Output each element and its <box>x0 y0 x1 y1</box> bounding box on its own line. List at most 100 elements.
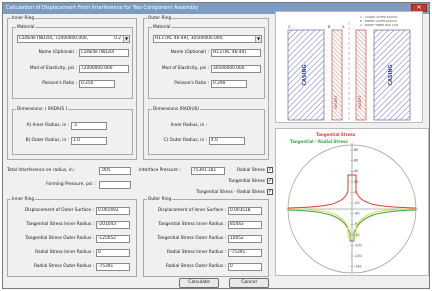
inner-mod-field[interactable]: 72000000.000 <box>79 65 129 73</box>
outer-poisson-field[interactable]: 0.290 <box>211 80 247 88</box>
cancel-button[interactable]: Cancel <box>229 278 269 288</box>
inner-poisson-field[interactable]: 0.250 <box>79 80 115 88</box>
casing-label-right: CASING <box>388 64 394 85</box>
cross-section-diagram: C - CASING OUTER RADIUS B - INSERT OUTER… <box>275 11 423 123</box>
outer-result-row-label: Displacement of Inner Surface : <box>157 208 226 213</box>
outer-dimensions-title: Dimensions (RADIUS) <box>152 107 200 112</box>
legend-line-a: A - INSERT INNER RAD AXIS <box>360 23 399 27</box>
insert-label-right: INSERT <box>357 95 362 109</box>
radial-stress-checkbox[interactable]: ✓ <box>267 167 273 173</box>
outer-radius-c-field[interactable]: 4.0 <box>209 137 245 145</box>
outer-result-row-label: Radial Stress Inner Radius : <box>167 250 226 255</box>
outer-mod-label: Mod of Elasticity, psi : <box>161 66 209 71</box>
outer-result-row-value: -75391 <box>228 249 262 257</box>
interference-field[interactable]: .005 <box>99 167 131 175</box>
inner-dimensions-title: Dimensions: ( RADIUS ) <box>16 107 69 112</box>
outer-mod-field[interactable]: 30500000.000 <box>211 65 261 73</box>
outer-dimensions-group: Dimensions (RADIUS) Inner Radius, in : C… <box>148 107 265 155</box>
tangential-stress-label: Tangential Stress <box>228 179 265 184</box>
y-tick-label: -80 <box>354 233 360 237</box>
inner-result-row-label: Displacement of Outer Surface : <box>24 208 94 213</box>
inner-result-row-value: -75391 <box>96 263 130 271</box>
y-tick-label: 80 <box>354 148 358 152</box>
outer-result-row-value: 85443 <box>228 221 262 229</box>
results-outer-title: Outer Ring <box>147 197 173 202</box>
interference-label: Total Interference on radius, in : <box>7 168 76 173</box>
inner-result-row-label: Radial Stress Outer Radius : <box>34 264 94 269</box>
y-tick-label: -140 <box>354 265 362 269</box>
inner-material-select[interactable]: Carbide (ND20), 72000000.000, 0.2 ▼ <box>17 35 130 43</box>
inner-result-row-value: 0.001492 <box>96 207 130 215</box>
outer-poisson-label: Poisson's Ratio : <box>174 81 209 86</box>
insert-label-left: INSERT <box>333 95 338 109</box>
outer-result-row-value: 0.003518 <box>228 207 262 215</box>
outer-inner-radius-label: Inner Radius, in : <box>170 123 207 128</box>
y-tick-label: 40 <box>354 169 358 173</box>
dim-letter-a: A <box>342 25 345 29</box>
legend-tan-minus-rad: Tangential - Radial Stress <box>290 139 348 144</box>
chevron-down-icon[interactable]: ▼ <box>123 36 129 42</box>
y-tick-label: -40 <box>354 212 360 216</box>
results-inner-group: Inner Ring Displacement of Outer Surface… <box>7 197 137 277</box>
inner-result-row-value: -201043 <box>96 221 130 229</box>
stress-distribution-chart: 80 60 40 20 0 -20 -40 -60 -80 -100 -120 -140 Tangen… <box>275 128 429 276</box>
results-outer-group: Outer Ring Displacement of Inner Surface… <box>143 197 269 277</box>
inner-radius-a-label: A) Inner Radius, in : <box>26 123 69 128</box>
inner-material-group: Material Carbide (ND20), 72000000.000, 0… <box>12 25 133 99</box>
outer-material-group: Material H13 (RC 46-49), 30500000.000, ▼… <box>148 25 265 99</box>
close-icon: ✕ <box>416 4 422 11</box>
inner-ring-group: Inner Ring Material Carbide (ND20), 7200… <box>7 16 137 160</box>
y-tick-label: -100 <box>354 243 362 247</box>
interface-pressure-field: 75391.181 <box>191 167 225 175</box>
dim-letter-b: B <box>328 25 331 29</box>
dialog-window: Calculation of Displacement From Interfe… <box>2 2 430 289</box>
inner-radius-a-field[interactable]: .5 <box>71 122 107 130</box>
inner-material-title: Material <box>16 25 36 30</box>
inner-name-field[interactable]: Carbide (ND20) <box>79 49 129 57</box>
inner-ring-title: Inner Ring <box>11 16 36 21</box>
outer-material-select[interactable]: H13 (RC 46-49), 30500000.000, ▼ <box>153 35 262 43</box>
outer-result-row-label: Tangential Stress Outer Radius : <box>157 236 226 241</box>
tangential-stress-checkbox[interactable]: ✓ <box>267 178 273 184</box>
outer-result-row-value: 10052 <box>228 235 262 243</box>
dim-letter-c: C <box>288 25 291 29</box>
inner-mod-label: Mod of Elasticity, psi : <box>29 66 77 71</box>
inner-result-row-label: Radial Stress Inner Radius : <box>35 250 94 255</box>
outer-material-title: Material <box>152 25 172 30</box>
inner-result-row-label: Tangential Stress Outer Radius : <box>25 236 94 241</box>
inner-material-combo-suffix: 0.2 <box>114 36 121 41</box>
inner-poisson-label: Poisson's Ratio : <box>42 81 77 86</box>
outer-ring-title: Outer Ring <box>147 16 173 21</box>
forming-pressure-label: Forming Pressure, psi : <box>46 182 95 187</box>
outer-radius-b-field[interactable]: 1.0 <box>71 137 107 145</box>
y-tick-label: 60 <box>354 159 358 163</box>
interface-pressure-label: Interface Pressure : <box>139 168 181 173</box>
inner-result-row-value: -125652 <box>96 235 130 243</box>
inner-result-row-value: 0 <box>96 249 130 257</box>
diagram-legend: C - CASING OUTER RADIUS B - INSERT OUTER… <box>360 15 399 27</box>
outer-name-field[interactable]: H13 (RC 46-49) <box>211 49 261 57</box>
outer-ring-group: Outer Ring Material H13 (RC 46-49), 3050… <box>143 16 269 160</box>
inner-material-combo-text: Carbide (ND20), 72000000.000, <box>19 36 88 41</box>
y-tick-label: -20 <box>354 201 360 205</box>
outer-name-label: Name (Optional) : <box>170 50 209 55</box>
outer-result-row-label: Radial Stress Outer Radius : <box>166 264 226 269</box>
calculate-button[interactable]: Calculate <box>179 278 219 288</box>
results-inner-title: Inner Ring <box>11 197 36 202</box>
outer-result-row-value: 0 <box>228 263 262 271</box>
inner-result-row-label: Tangential Stress Inner Radius : <box>26 222 94 227</box>
outer-material-combo-text: H13 (RC 46-49), 30500000.000, <box>155 36 224 41</box>
inner-name-label: Name (Optional) : <box>38 50 77 55</box>
outer-radius-b-label: B) Outer Radius, in : <box>25 138 69 143</box>
tan-minus-rad-label: Tangential Stress - Radial Stress <box>196 190 265 195</box>
inner-dimensions-group: Dimensions: ( RADIUS ) A) Inner Radius, … <box>12 107 133 155</box>
outer-result-row-label: Tangential Stress Inner Radius : <box>158 222 226 227</box>
y-tick-label: -120 <box>354 254 362 258</box>
outer-radius-c-label: C) Outer Radius, in : <box>163 138 207 143</box>
tan-minus-rad-checkbox[interactable]: ✓ <box>267 189 273 195</box>
radial-stress-label: Radial Stress <box>237 168 265 173</box>
legend-tangential-stress: Tangential Stress <box>316 132 356 137</box>
chevron-down-icon[interactable]: ▼ <box>255 36 261 42</box>
forming-pressure-field[interactable] <box>99 181 131 189</box>
casing-label-left: CASING <box>302 64 308 85</box>
